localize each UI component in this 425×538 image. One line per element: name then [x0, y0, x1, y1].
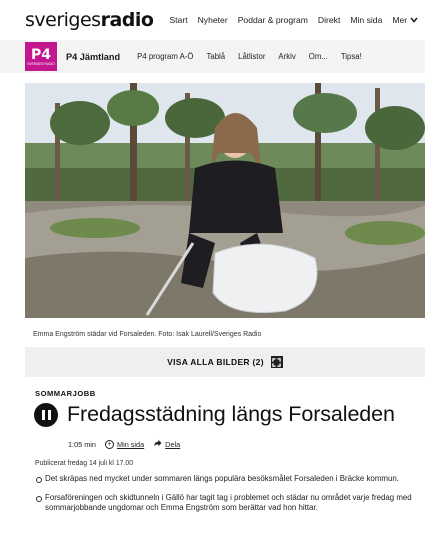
published-date: Publicerat fredag 14 juli kl 17.00: [35, 460, 134, 467]
add-to-my-page-label: Min sida: [117, 439, 145, 449]
nav-more-label: Mer: [392, 15, 408, 25]
add-circle-icon: +: [105, 439, 114, 449]
sveriges-radio-logo[interactable]: sverigesradio: [25, 9, 154, 31]
nav-more-button[interactable]: Mer: [392, 15, 418, 25]
article-meta: 1:05 min + Min sida Dela: [68, 439, 180, 449]
share-arrow-icon: [153, 439, 162, 449]
share-label: Dela: [165, 439, 181, 449]
channel-nav-tipsa[interactable]: Tipsa!: [341, 52, 362, 61]
chevron-down-icon: [410, 17, 418, 23]
summary-bullet: Det skräpas ned mycket under sommaren lä…: [35, 474, 420, 484]
share-button[interactable]: Dela: [153, 439, 180, 449]
channel-nav-om[interactable]: Om...: [309, 52, 328, 61]
summary-bullet: Forsaföreningen och skidtunneln i Gällö …: [35, 493, 420, 513]
photo-caption: Emma Engström städar vid Forsaleden. Fot…: [33, 331, 262, 338]
audio-duration: 1:05 min: [68, 439, 96, 449]
article-headline: Fredagsstädning längs Forsaleden: [34, 402, 395, 427]
article-title: Fredagsstädning längs Forsaleden: [67, 402, 395, 426]
logo-text-b: radio: [100, 9, 154, 31]
p4-logo-text: P4: [30, 46, 51, 63]
pause-button[interactable]: [34, 402, 58, 427]
main-menu: Start Nyheter Poddar & program Direkt Mi…: [169, 15, 418, 25]
nav-nyheter[interactable]: Nyheter: [198, 15, 228, 25]
nav-direkt[interactable]: Direkt: [318, 15, 340, 25]
article-kicker[interactable]: SOMMARJOBB: [35, 389, 96, 398]
show-all-images-button[interactable]: VISA ALLA BILDER (2): [25, 347, 425, 377]
pause-icon-bar-left: [41, 409, 45, 420]
logo-text-a: sveriges: [25, 9, 101, 31]
channel-name[interactable]: P4 Jämtland: [66, 52, 120, 62]
channel-navigation: P4 SVERIGES RADIO P4 Jämtland P4 program…: [0, 40, 425, 73]
channel-nav-tabla[interactable]: Tablå: [206, 52, 225, 61]
article-photo[interactable]: [25, 83, 425, 318]
nav-poddar-program[interactable]: Poddar & program: [238, 15, 308, 25]
pause-icon-bar-right: [47, 409, 51, 420]
article-summary: Det skräpas ned mycket under sommaren lä…: [35, 474, 420, 523]
channel-menu: P4 program A-Ö Tablå Låtlistor Arkiv Om.…: [137, 52, 362, 61]
add-to-my-page-button[interactable]: + Min sida: [105, 439, 145, 449]
show-all-images-label: VISA ALLA BILDER (2): [167, 357, 264, 367]
channel-nav-latlistor[interactable]: Låtlistor: [238, 52, 265, 61]
nav-min-sida[interactable]: Min sida: [350, 15, 382, 25]
p4-logo-subtext: SVERIGES RADIO: [27, 61, 55, 66]
expand-icon: [270, 356, 283, 368]
nav-start[interactable]: Start: [169, 15, 187, 25]
channel-nav-arkiv[interactable]: Arkiv: [278, 52, 295, 61]
p4-logo[interactable]: P4 SVERIGES RADIO: [25, 42, 57, 71]
top-navigation: sverigesradio Start Nyheter Poddar & pro…: [0, 0, 425, 40]
channel-nav-program[interactable]: P4 program A-Ö: [137, 52, 193, 61]
